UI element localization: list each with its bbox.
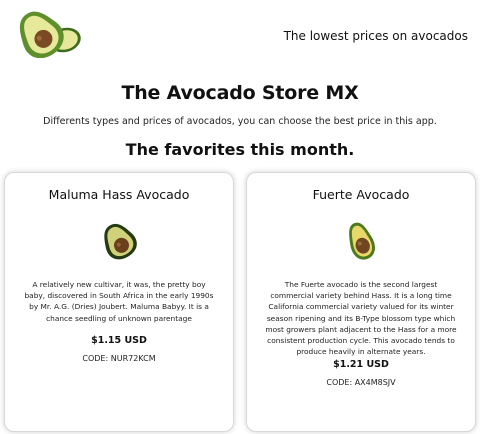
product-card-maluma[interactable]: Maluma Hass Avocado A relatively new cul… — [4, 172, 234, 432]
product-price: $1.21 USD — [333, 359, 389, 370]
section-title: The favorites this month. — [125, 140, 355, 159]
fuerte-avocado-icon — [337, 221, 385, 261]
product-code: CODE: NUR72KCM — [82, 354, 156, 363]
product-name: Fuerte Avocado — [312, 187, 410, 202]
product-description: The Fuerte avocado is the second largest… — [265, 280, 457, 357]
product-card-fuerte[interactable]: Fuerte Avocado The Fuerte avocado is the… — [246, 172, 476, 432]
product-description: A relatively new cultivar, it was, the p… — [24, 280, 214, 323]
avocado-logo-icon[interactable] — [10, 6, 88, 59]
hass-avocado-icon — [95, 221, 143, 261]
product-name: Maluma Hass Avocado — [48, 187, 190, 202]
tagline: The lowest prices on avocados — [283, 29, 468, 43]
product-code: CODE: AX4M8SJV — [326, 378, 396, 387]
header: The lowest prices on avocados — [0, 0, 480, 70]
page-subtitle: Differents types and prices of avocados,… — [43, 116, 437, 127]
product-price: $1.15 USD — [91, 335, 147, 346]
page-title: The Avocado Store MX — [121, 82, 359, 104]
